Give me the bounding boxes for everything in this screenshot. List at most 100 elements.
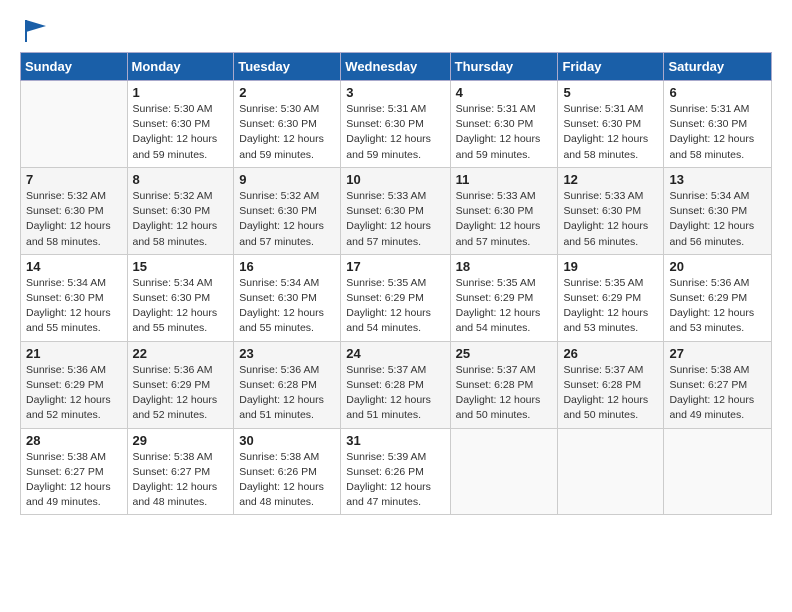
calendar-cell: 22 Sunrise: 5:36 AM Sunset: 6:29 PM Dayli…	[127, 341, 234, 428]
page-header	[20, 16, 772, 44]
calendar-cell: 23 Sunrise: 5:36 AM Sunset: 6:28 PM Dayli…	[234, 341, 341, 428]
day-info: Sunrise: 5:36 AM Sunset: 6:29 PM Dayligh…	[26, 363, 122, 424]
day-number: 4	[456, 85, 553, 100]
day-number: 29	[133, 433, 229, 448]
day-info: Sunrise: 5:33 AM Sunset: 6:30 PM Dayligh…	[563, 189, 658, 250]
calendar-cell: 15 Sunrise: 5:34 AM Sunset: 6:30 PM Dayli…	[127, 254, 234, 341]
day-info: Sunrise: 5:36 AM Sunset: 6:29 PM Dayligh…	[133, 363, 229, 424]
day-number: 17	[346, 259, 444, 274]
day-number: 30	[239, 433, 335, 448]
day-number: 6	[669, 85, 766, 100]
day-info: Sunrise: 5:33 AM Sunset: 6:30 PM Dayligh…	[346, 189, 444, 250]
calendar-cell: 25 Sunrise: 5:37 AM Sunset: 6:28 PM Dayli…	[450, 341, 558, 428]
column-header-friday: Friday	[558, 53, 664, 81]
calendar-cell: 8 Sunrise: 5:32 AM Sunset: 6:30 PM Daylig…	[127, 167, 234, 254]
calendar-cell	[664, 428, 772, 515]
column-header-wednesday: Wednesday	[341, 53, 450, 81]
day-info: Sunrise: 5:38 AM Sunset: 6:27 PM Dayligh…	[669, 363, 766, 424]
calendar-cell: 7 Sunrise: 5:32 AM Sunset: 6:30 PM Daylig…	[21, 167, 128, 254]
calendar-cell: 1Sunrise: 5:30 AM Sunset: 6:30 PM Daylig…	[127, 81, 234, 168]
day-info: Sunrise: 5:37 AM Sunset: 6:28 PM Dayligh…	[563, 363, 658, 424]
logo-general	[20, 16, 50, 44]
day-info: Sunrise: 5:31 AM Sunset: 6:30 PM Dayligh…	[456, 102, 553, 163]
day-info: Sunrise: 5:32 AM Sunset: 6:30 PM Dayligh…	[26, 189, 122, 250]
day-info: Sunrise: 5:37 AM Sunset: 6:28 PM Dayligh…	[456, 363, 553, 424]
day-number: 24	[346, 346, 444, 361]
day-number: 20	[669, 259, 766, 274]
day-number: 23	[239, 346, 335, 361]
calendar-table: SundayMondayTuesdayWednesdayThursdayFrid…	[20, 52, 772, 515]
calendar-week-4: 21 Sunrise: 5:36 AM Sunset: 6:29 PM Dayli…	[21, 341, 772, 428]
day-info: Sunrise: 5:30 AM Sunset: 6:30 PM Dayligh…	[239, 102, 335, 163]
day-info: Sunrise: 5:35 AM Sunset: 6:29 PM Dayligh…	[346, 276, 444, 337]
calendar-cell: 18 Sunrise: 5:35 AM Sunset: 6:29 PM Dayli…	[450, 254, 558, 341]
day-number: 13	[669, 172, 766, 187]
day-number: 21	[26, 346, 122, 361]
calendar-cell: 29 Sunrise: 5:38 AM Sunset: 6:27 PM Dayli…	[127, 428, 234, 515]
calendar-cell: 6 Sunrise: 5:31 AM Sunset: 6:30 PM Daylig…	[664, 81, 772, 168]
day-number: 16	[239, 259, 335, 274]
calendar-cell: 26 Sunrise: 5:37 AM Sunset: 6:28 PM Dayli…	[558, 341, 664, 428]
logo-flag-icon	[22, 16, 50, 44]
calendar-cell	[21, 81, 128, 168]
calendar-cell: 11 Sunrise: 5:33 AM Sunset: 6:30 PM Dayli…	[450, 167, 558, 254]
calendar-cell	[558, 428, 664, 515]
day-info: Sunrise: 5:30 AM Sunset: 6:30 PM Dayligh…	[133, 102, 229, 163]
calendar-week-2: 7 Sunrise: 5:32 AM Sunset: 6:30 PM Daylig…	[21, 167, 772, 254]
day-info: Sunrise: 5:31 AM Sunset: 6:30 PM Dayligh…	[563, 102, 658, 163]
calendar-cell: 12 Sunrise: 5:33 AM Sunset: 6:30 PM Dayli…	[558, 167, 664, 254]
day-info: Sunrise: 5:36 AM Sunset: 6:28 PM Dayligh…	[239, 363, 335, 424]
column-header-tuesday: Tuesday	[234, 53, 341, 81]
day-number: 15	[133, 259, 229, 274]
day-number: 26	[563, 346, 658, 361]
day-info: Sunrise: 5:33 AM Sunset: 6:30 PM Dayligh…	[456, 189, 553, 250]
day-number: 8	[133, 172, 229, 187]
day-info: Sunrise: 5:34 AM Sunset: 6:30 PM Dayligh…	[133, 276, 229, 337]
calendar-cell: 2Sunrise: 5:30 AM Sunset: 6:30 PM Daylig…	[234, 81, 341, 168]
day-info: Sunrise: 5:32 AM Sunset: 6:30 PM Dayligh…	[133, 189, 229, 250]
day-number: 7	[26, 172, 122, 187]
calendar-cell: 27 Sunrise: 5:38 AM Sunset: 6:27 PM Dayli…	[664, 341, 772, 428]
day-number: 5	[563, 85, 658, 100]
day-info: Sunrise: 5:31 AM Sunset: 6:30 PM Dayligh…	[669, 102, 766, 163]
day-number: 12	[563, 172, 658, 187]
day-number: 9	[239, 172, 335, 187]
calendar-week-5: 28 Sunrise: 5:38 AM Sunset: 6:27 PM Dayli…	[21, 428, 772, 515]
day-number: 28	[26, 433, 122, 448]
day-number: 10	[346, 172, 444, 187]
calendar-cell	[450, 428, 558, 515]
day-info: Sunrise: 5:36 AM Sunset: 6:29 PM Dayligh…	[669, 276, 766, 337]
day-number: 25	[456, 346, 553, 361]
day-info: Sunrise: 5:39 AM Sunset: 6:26 PM Dayligh…	[346, 450, 444, 511]
day-info: Sunrise: 5:38 AM Sunset: 6:27 PM Dayligh…	[133, 450, 229, 511]
day-number: 11	[456, 172, 553, 187]
logo	[20, 16, 50, 44]
calendar-cell: 21 Sunrise: 5:36 AM Sunset: 6:29 PM Dayli…	[21, 341, 128, 428]
calendar-cell: 20 Sunrise: 5:36 AM Sunset: 6:29 PM Dayli…	[664, 254, 772, 341]
calendar-cell: 14Sunrise: 5:34 AM Sunset: 6:30 PM Dayli…	[21, 254, 128, 341]
day-info: Sunrise: 5:37 AM Sunset: 6:28 PM Dayligh…	[346, 363, 444, 424]
calendar-cell: 16Sunrise: 5:34 AM Sunset: 6:30 PM Dayli…	[234, 254, 341, 341]
day-number: 27	[669, 346, 766, 361]
day-number: 19	[563, 259, 658, 274]
day-number: 22	[133, 346, 229, 361]
day-number: 31	[346, 433, 444, 448]
day-info: Sunrise: 5:34 AM Sunset: 6:30 PM Dayligh…	[26, 276, 122, 337]
day-number: 3	[346, 85, 444, 100]
column-header-saturday: Saturday	[664, 53, 772, 81]
day-number: 18	[456, 259, 553, 274]
calendar-cell: 9Sunrise: 5:32 AM Sunset: 6:30 PM Daylig…	[234, 167, 341, 254]
day-info: Sunrise: 5:35 AM Sunset: 6:29 PM Dayligh…	[456, 276, 553, 337]
column-header-sunday: Sunday	[21, 53, 128, 81]
calendar-cell: 5 Sunrise: 5:31 AM Sunset: 6:30 PM Daylig…	[558, 81, 664, 168]
calendar-cell: 31 Sunrise: 5:39 AM Sunset: 6:26 PM Dayli…	[341, 428, 450, 515]
calendar-cell: 19Sunrise: 5:35 AM Sunset: 6:29 PM Dayli…	[558, 254, 664, 341]
calendar-header-row: SundayMondayTuesdayWednesdayThursdayFrid…	[21, 53, 772, 81]
calendar-cell: 24 Sunrise: 5:37 AM Sunset: 6:28 PM Dayli…	[341, 341, 450, 428]
calendar-cell: 17 Sunrise: 5:35 AM Sunset: 6:29 PM Dayli…	[341, 254, 450, 341]
calendar-cell: 28 Sunrise: 5:38 AM Sunset: 6:27 PM Dayli…	[21, 428, 128, 515]
column-header-monday: Monday	[127, 53, 234, 81]
day-info: Sunrise: 5:38 AM Sunset: 6:27 PM Dayligh…	[26, 450, 122, 511]
calendar-cell: 3Sunrise: 5:31 AM Sunset: 6:30 PM Daylig…	[341, 81, 450, 168]
day-info: Sunrise: 5:38 AM Sunset: 6:26 PM Dayligh…	[239, 450, 335, 511]
